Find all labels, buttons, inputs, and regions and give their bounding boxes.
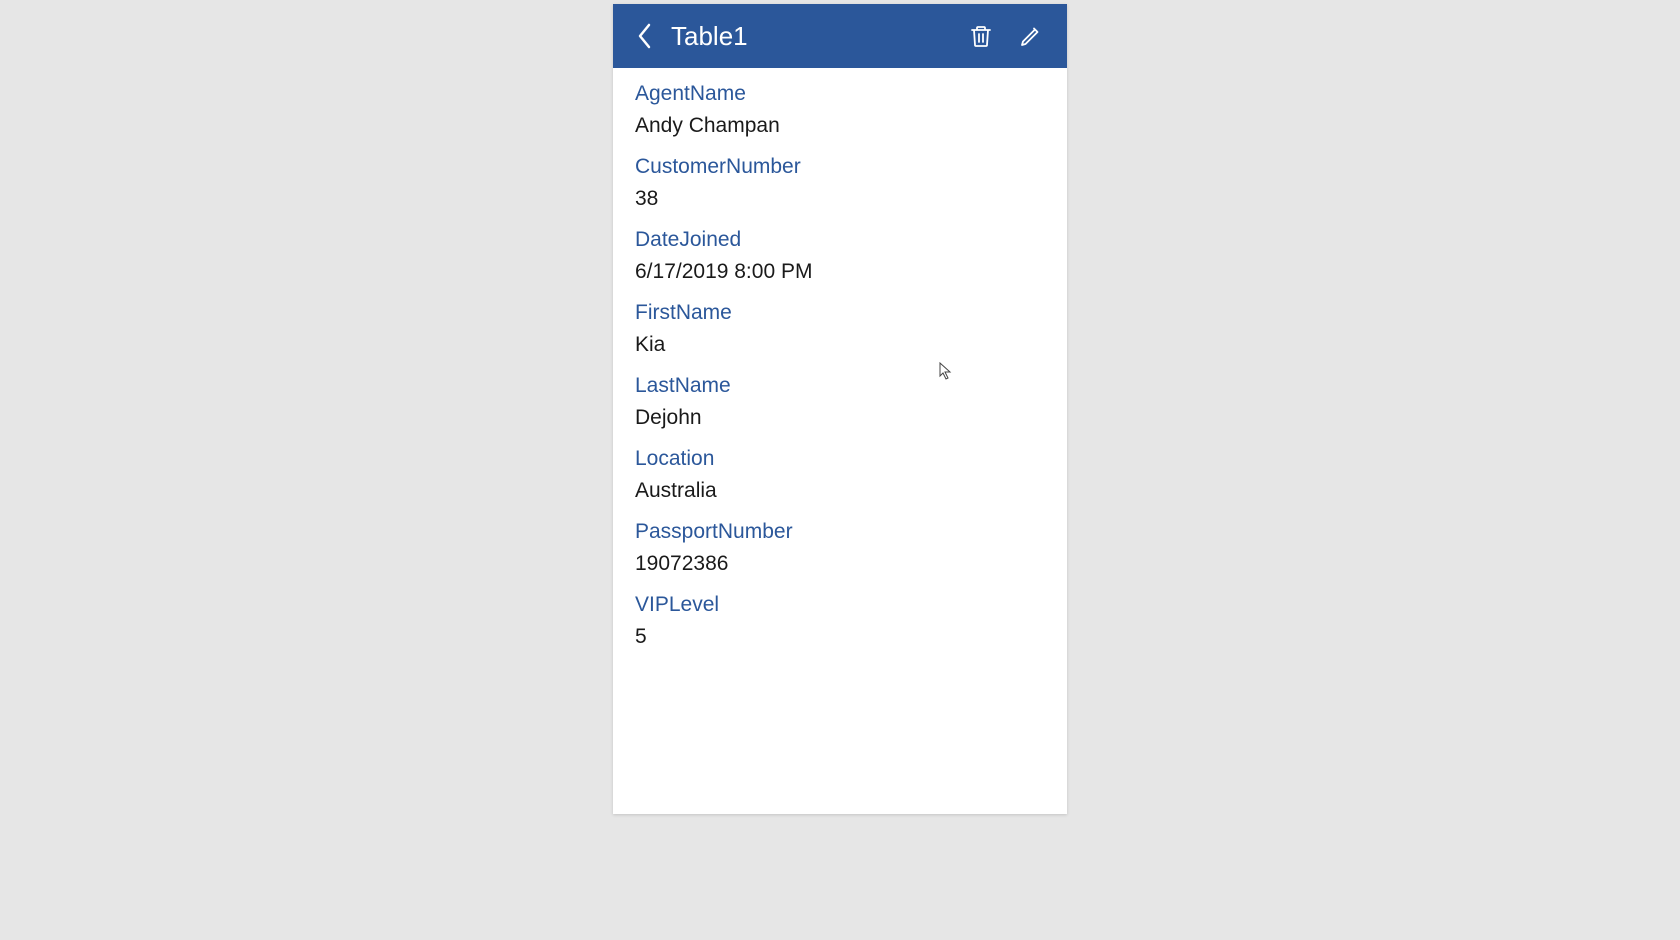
chevron-left-icon [636,22,654,50]
field-label: LastName [635,370,1045,402]
field-value: Kia [635,329,1045,361]
field-passportnumber: PassportNumber 19072386 [635,516,1045,579]
field-datejoined: DateJoined 6/17/2019 8:00 PM [635,224,1045,287]
field-value: 19072386 [635,548,1045,580]
field-label: FirstName [635,297,1045,329]
field-agentname: AgentName Andy Champan [635,78,1045,141]
field-label: Location [635,443,1045,475]
field-value: 38 [635,183,1045,215]
field-firstname: FirstName Kia [635,297,1045,360]
field-label: CustomerNumber [635,151,1045,183]
delete-button[interactable] [961,16,1001,56]
page-title: Table1 [671,21,951,52]
field-value: Dejohn [635,402,1045,434]
field-label: DateJoined [635,224,1045,256]
field-label: VIPLevel [635,589,1045,621]
pencil-icon [1019,24,1043,48]
field-value: Australia [635,475,1045,507]
field-value: Andy Champan [635,110,1045,142]
back-button[interactable] [629,20,661,52]
field-location: Location Australia [635,443,1045,506]
trash-icon [969,24,993,48]
field-lastname: LastName Dejohn [635,370,1045,433]
header-bar: Table1 [613,4,1067,68]
field-label: AgentName [635,78,1045,110]
field-viplevel: VIPLevel 5 [635,589,1045,652]
field-label: PassportNumber [635,516,1045,548]
field-value: 6/17/2019 8:00 PM [635,256,1045,288]
detail-content: AgentName Andy Champan CustomerNumber 38… [613,68,1067,814]
field-value: 5 [635,621,1045,653]
app-frame: Table1 AgentName Andy Champan CustomerNu… [613,4,1067,814]
edit-button[interactable] [1011,16,1051,56]
field-customernumber: CustomerNumber 38 [635,151,1045,214]
